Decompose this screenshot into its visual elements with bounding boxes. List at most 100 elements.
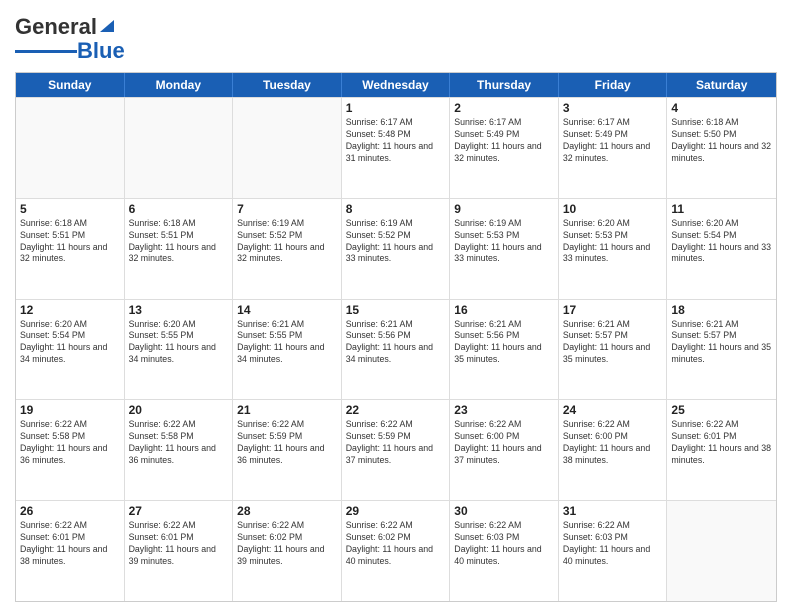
calendar-cell: 4 Sunrise: 6:18 AM Sunset: 5:50 PM Daylig… xyxy=(667,98,776,198)
day-number: 10 xyxy=(563,202,663,216)
day-info: Sunrise: 6:22 AM Sunset: 6:01 PM Dayligh… xyxy=(20,520,120,568)
day-info: Sunrise: 6:21 AM Sunset: 5:55 PM Dayligh… xyxy=(237,319,337,367)
day-number: 1 xyxy=(346,101,446,115)
weekday-header: Tuesday xyxy=(233,73,342,97)
day-info: Sunrise: 6:17 AM Sunset: 5:49 PM Dayligh… xyxy=(454,117,554,165)
day-info: Sunrise: 6:19 AM Sunset: 5:52 PM Dayligh… xyxy=(237,218,337,266)
day-number: 26 xyxy=(20,504,120,518)
calendar-cell: 19 Sunrise: 6:22 AM Sunset: 5:58 PM Dayli… xyxy=(16,400,125,500)
day-info: Sunrise: 6:22 AM Sunset: 6:00 PM Dayligh… xyxy=(454,419,554,467)
day-number: 9 xyxy=(454,202,554,216)
day-number: 19 xyxy=(20,403,120,417)
calendar-cell: 2 Sunrise: 6:17 AM Sunset: 5:49 PM Daylig… xyxy=(450,98,559,198)
calendar-cell: 21 Sunrise: 6:22 AM Sunset: 5:59 PM Dayli… xyxy=(233,400,342,500)
calendar-cell: 16 Sunrise: 6:21 AM Sunset: 5:56 PM Dayli… xyxy=(450,300,559,400)
day-number: 13 xyxy=(129,303,229,317)
calendar-cell: 25 Sunrise: 6:22 AM Sunset: 6:01 PM Dayli… xyxy=(667,400,776,500)
calendar-cell: 29Sunrise: 6:22 AM Sunset: 6:02 PM Dayli… xyxy=(342,501,451,601)
calendar-cell: 6 Sunrise: 6:18 AM Sunset: 5:51 PM Daylig… xyxy=(125,199,234,299)
calendar-cell: 9 Sunrise: 6:19 AM Sunset: 5:53 PM Daylig… xyxy=(450,199,559,299)
calendar-cell: 8 Sunrise: 6:19 AM Sunset: 5:52 PM Daylig… xyxy=(342,199,451,299)
calendar-cell: 14 Sunrise: 6:21 AM Sunset: 5:55 PM Dayli… xyxy=(233,300,342,400)
day-info: Sunrise: 6:22 AM Sunset: 5:58 PM Dayligh… xyxy=(20,419,120,467)
day-number: 23 xyxy=(454,403,554,417)
day-number: 12 xyxy=(20,303,120,317)
day-info: Sunrise: 6:18 AM Sunset: 5:51 PM Dayligh… xyxy=(129,218,229,266)
day-number: 15 xyxy=(346,303,446,317)
day-info: Sunrise: 6:21 AM Sunset: 5:57 PM Dayligh… xyxy=(563,319,663,367)
day-number: 6 xyxy=(129,202,229,216)
calendar-cell: 13Sunrise: 6:20 AM Sunset: 5:55 PM Dayli… xyxy=(125,300,234,400)
calendar-cell: 23 Sunrise: 6:22 AM Sunset: 6:00 PM Dayli… xyxy=(450,400,559,500)
day-number: 7 xyxy=(237,202,337,216)
weekday-header: Monday xyxy=(125,73,234,97)
weekday-header: Wednesday xyxy=(342,73,451,97)
calendar-cell: 28Sunrise: 6:22 AM Sunset: 6:02 PM Dayli… xyxy=(233,501,342,601)
page: General Blue SundayMondayTuesdayWednesda… xyxy=(0,0,792,612)
day-number: 22 xyxy=(346,403,446,417)
day-info: Sunrise: 6:21 AM Sunset: 5:56 PM Dayligh… xyxy=(346,319,446,367)
calendar-cell: 1 Sunrise: 6:17 AM Sunset: 5:48 PM Daylig… xyxy=(342,98,451,198)
calendar-cell: 3Sunrise: 6:17 AM Sunset: 5:49 PM Daylig… xyxy=(559,98,668,198)
day-info: Sunrise: 6:17 AM Sunset: 5:48 PM Dayligh… xyxy=(346,117,446,165)
calendar-cell xyxy=(233,98,342,198)
day-info: Sunrise: 6:19 AM Sunset: 5:52 PM Dayligh… xyxy=(346,218,446,266)
logo-triangle-icon xyxy=(98,16,116,34)
weekday-header: Friday xyxy=(559,73,668,97)
day-number: 2 xyxy=(454,101,554,115)
day-number: 18 xyxy=(671,303,772,317)
day-info: Sunrise: 6:20 AM Sunset: 5:54 PM Dayligh… xyxy=(671,218,772,266)
logo: General Blue xyxy=(15,14,125,64)
calendar-header: SundayMondayTuesdayWednesdayThursdayFrid… xyxy=(16,73,776,97)
day-number: 8 xyxy=(346,202,446,216)
day-info: Sunrise: 6:19 AM Sunset: 5:53 PM Dayligh… xyxy=(454,218,554,266)
calendar-cell: 17 Sunrise: 6:21 AM Sunset: 5:57 PM Dayli… xyxy=(559,300,668,400)
calendar-body: 1 Sunrise: 6:17 AM Sunset: 5:48 PM Daylig… xyxy=(16,97,776,601)
day-number: 21 xyxy=(237,403,337,417)
day-number: 25 xyxy=(671,403,772,417)
calendar-cell: 27Sunrise: 6:22 AM Sunset: 6:01 PM Dayli… xyxy=(125,501,234,601)
calendar-cell: 20 Sunrise: 6:22 AM Sunset: 5:58 PM Dayli… xyxy=(125,400,234,500)
calendar-week-row: 19 Sunrise: 6:22 AM Sunset: 5:58 PM Dayli… xyxy=(16,399,776,500)
calendar-cell: 5Sunrise: 6:18 AM Sunset: 5:51 PM Daylig… xyxy=(16,199,125,299)
day-info: Sunrise: 6:22 AM Sunset: 6:02 PM Dayligh… xyxy=(237,520,337,568)
day-info: Sunrise: 6:21 AM Sunset: 5:56 PM Dayligh… xyxy=(454,319,554,367)
calendar-cell: 18Sunrise: 6:21 AM Sunset: 5:57 PM Dayli… xyxy=(667,300,776,400)
day-number: 4 xyxy=(671,101,772,115)
day-info: Sunrise: 6:22 AM Sunset: 6:01 PM Dayligh… xyxy=(671,419,772,467)
day-info: Sunrise: 6:22 AM Sunset: 5:59 PM Dayligh… xyxy=(237,419,337,467)
calendar-cell xyxy=(125,98,234,198)
day-number: 17 xyxy=(563,303,663,317)
calendar-week-row: 12 Sunrise: 6:20 AM Sunset: 5:54 PM Dayli… xyxy=(16,299,776,400)
calendar-cell: 10 Sunrise: 6:20 AM Sunset: 5:53 PM Dayli… xyxy=(559,199,668,299)
calendar-cell: 24 Sunrise: 6:22 AM Sunset: 6:00 PM Dayli… xyxy=(559,400,668,500)
day-info: Sunrise: 6:18 AM Sunset: 5:51 PM Dayligh… xyxy=(20,218,120,266)
day-info: Sunrise: 6:20 AM Sunset: 5:53 PM Dayligh… xyxy=(563,218,663,266)
day-info: Sunrise: 6:18 AM Sunset: 5:50 PM Dayligh… xyxy=(671,117,772,165)
calendar: SundayMondayTuesdayWednesdayThursdayFrid… xyxy=(15,72,777,602)
day-number: 16 xyxy=(454,303,554,317)
logo-general: General xyxy=(15,14,97,40)
calendar-week-row: 26 Sunrise: 6:22 AM Sunset: 6:01 PM Dayli… xyxy=(16,500,776,601)
calendar-cell: 15 Sunrise: 6:21 AM Sunset: 5:56 PM Dayli… xyxy=(342,300,451,400)
day-number: 29 xyxy=(346,504,446,518)
day-number: 20 xyxy=(129,403,229,417)
day-number: 24 xyxy=(563,403,663,417)
logo-blue: Blue xyxy=(77,38,125,64)
day-info: Sunrise: 6:20 AM Sunset: 5:54 PM Dayligh… xyxy=(20,319,120,367)
day-info: Sunrise: 6:22 AM Sunset: 6:00 PM Dayligh… xyxy=(563,419,663,467)
calendar-cell: 26 Sunrise: 6:22 AM Sunset: 6:01 PM Dayli… xyxy=(16,501,125,601)
day-info: Sunrise: 6:17 AM Sunset: 5:49 PM Dayligh… xyxy=(563,117,663,165)
day-info: Sunrise: 6:22 AM Sunset: 6:03 PM Dayligh… xyxy=(563,520,663,568)
calendar-cell: 22 Sunrise: 6:22 AM Sunset: 5:59 PM Dayli… xyxy=(342,400,451,500)
weekday-header: Saturday xyxy=(667,73,776,97)
calendar-cell: 31Sunrise: 6:22 AM Sunset: 6:03 PM Dayli… xyxy=(559,501,668,601)
calendar-cell xyxy=(667,501,776,601)
day-number: 14 xyxy=(237,303,337,317)
calendar-cell: 7 Sunrise: 6:19 AM Sunset: 5:52 PM Daylig… xyxy=(233,199,342,299)
day-number: 27 xyxy=(129,504,229,518)
day-number: 30 xyxy=(454,504,554,518)
day-info: Sunrise: 6:22 AM Sunset: 5:59 PM Dayligh… xyxy=(346,419,446,467)
weekday-header: Thursday xyxy=(450,73,559,97)
day-info: Sunrise: 6:22 AM Sunset: 5:58 PM Dayligh… xyxy=(129,419,229,467)
